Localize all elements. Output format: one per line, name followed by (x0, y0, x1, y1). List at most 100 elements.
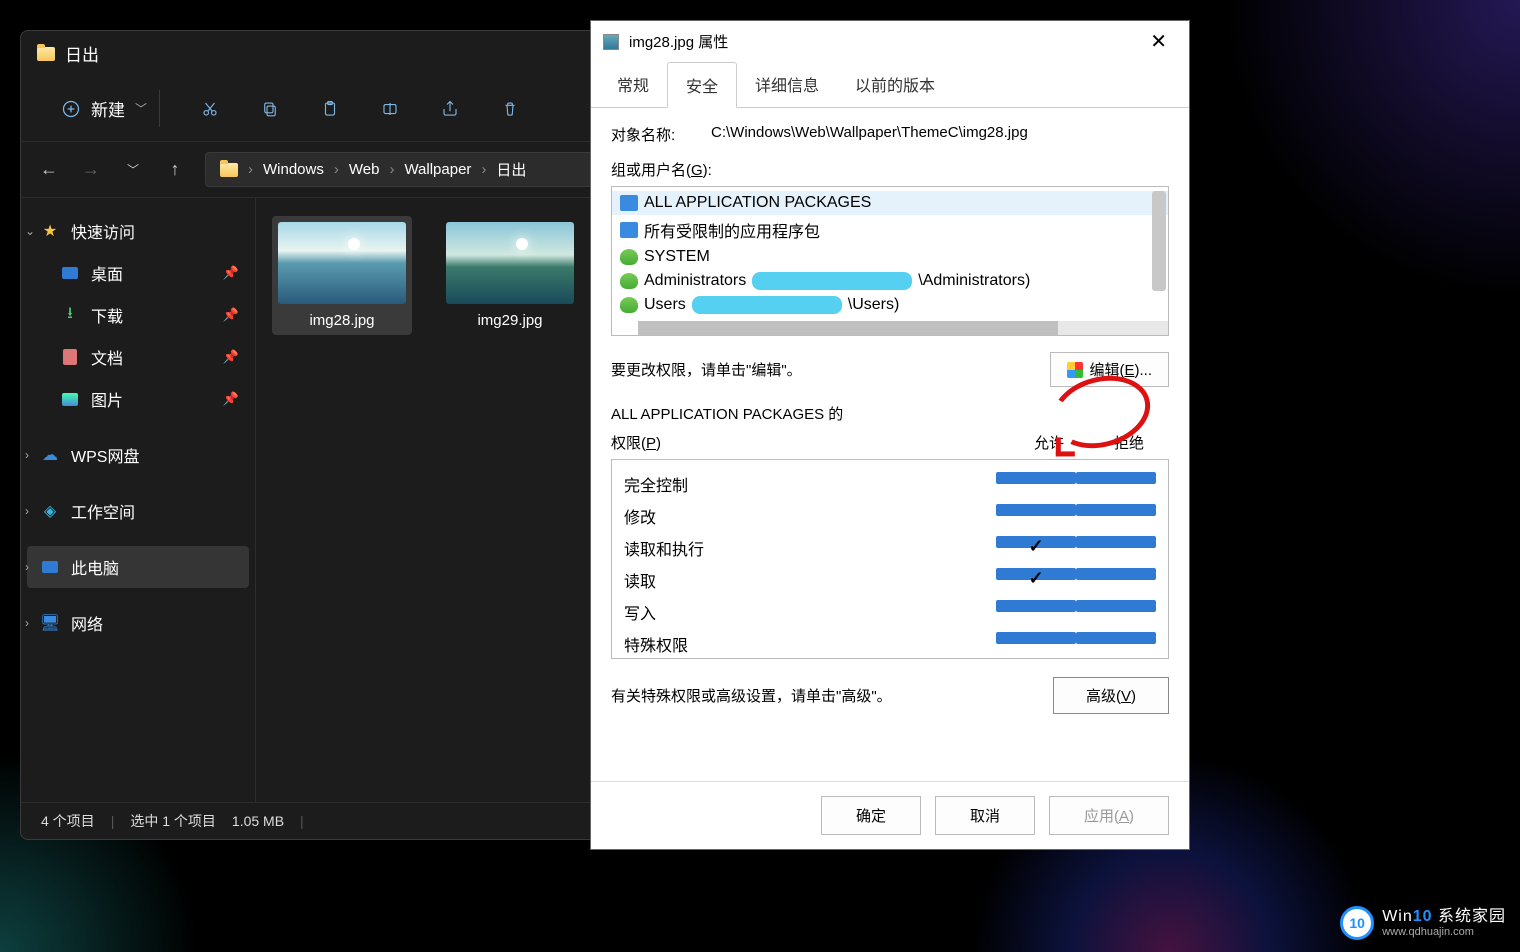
chevron-down-icon: ⌄ (25, 224, 35, 238)
download-icon: ⭳ (61, 306, 79, 324)
pin-icon: 📌 (223, 307, 239, 323)
sidebar-item-label: 图片 (91, 387, 123, 411)
sidebar-item-desktop[interactable]: 桌面📌 (27, 252, 249, 294)
scrollbar-horizontal[interactable] (638, 321, 1058, 335)
list-item[interactable]: SYSTEM (612, 245, 1168, 269)
sidebar-item-workspace[interactable]: › ◈ 工作空间 (27, 490, 249, 532)
users-listbox[interactable]: ALL APPLICATION PACKAGES 所有受限制的应用程序包 SYS… (611, 186, 1169, 336)
list-item[interactable]: ALL APPLICATION PACKAGES (612, 191, 1168, 215)
sidebar-item-label: WPS网盘 (71, 443, 139, 467)
chevron-right-icon: › (25, 448, 29, 462)
thumbnail-icon (446, 222, 574, 304)
object-path: C:\Windows\Web\Wallpaper\ThemeC\img28.jp… (711, 124, 1028, 145)
advanced-hint: 有关特殊权限或高级设置，请单击"高级"。 (611, 685, 892, 706)
redacted (752, 272, 912, 290)
perm-row: 修改 (624, 500, 1156, 532)
dialog-buttons: 确定 取消 应用(A) (591, 781, 1189, 849)
sidebar-item-pictures[interactable]: 图片📌 (27, 378, 249, 420)
tab-details[interactable]: 详细信息 (737, 62, 837, 107)
sidebar-item-documents[interactable]: 文档📌 (27, 336, 249, 378)
sidebar: ⌄★快速访问 桌面📌 ⭳下载📌 文档📌 图片📌 ›☁WPS网盘 ›◈工作空间 ›… (21, 198, 256, 802)
sidebar-item-thispc[interactable]: › 此电脑 (27, 546, 249, 588)
workspace-icon: ◈ (41, 502, 59, 520)
document-icon (63, 349, 77, 365)
permissions-title-2: 权限(P) (611, 432, 1009, 453)
perm-row: 完全控制 (624, 468, 1156, 500)
sidebar-item-downloads[interactable]: ⭳ 下载 📌 (27, 294, 249, 336)
watermark-logo-icon: 10 (1340, 906, 1374, 940)
list-item[interactable]: 所有受限制的应用程序包 (612, 215, 1168, 245)
chevron-down-icon: ﹀ (135, 100, 147, 117)
package-icon (620, 222, 638, 238)
sidebar-item-label: 工作空间 (71, 499, 135, 523)
plus-circle-icon (61, 99, 81, 119)
file-name: img28.jpg (309, 312, 374, 329)
network-icon: 🖥 (41, 614, 59, 632)
crumb-item[interactable]: 日出 (496, 159, 526, 180)
share-button[interactable] (440, 99, 460, 119)
chevron-right-icon: › (248, 161, 253, 178)
redacted (692, 296, 842, 314)
tab-general[interactable]: 常规 (599, 62, 667, 107)
scrollbar-vertical[interactable] (1152, 191, 1166, 291)
list-item[interactable]: Users \Users) (612, 293, 1168, 317)
package-icon (620, 195, 638, 211)
sidebar-item-label: 网络 (71, 611, 103, 635)
tab-security[interactable]: 安全 (667, 62, 737, 108)
check-icon: ✓ (996, 568, 1076, 580)
perm-row: 特殊权限 (624, 628, 1156, 660)
cloud-icon: ☁ (41, 446, 59, 464)
new-label: 新建 (91, 96, 125, 121)
edit-hint: 要更改权限，请单击"编辑"。 (611, 359, 802, 380)
delete-button[interactable] (500, 99, 520, 119)
back-button[interactable]: ← (37, 159, 61, 180)
cut-button[interactable] (200, 99, 220, 119)
close-button[interactable]: ✕ (1140, 29, 1177, 54)
sidebar-quick-access[interactable]: ⌄★快速访问 (27, 210, 249, 252)
separator: | (111, 813, 115, 829)
chevron-right-icon: › (334, 161, 339, 178)
folder-icon (37, 47, 55, 61)
dialog-title: img28.jpg 属性 (629, 31, 728, 52)
sidebar-item-label: 此电脑 (71, 555, 119, 579)
watermark-url: www.qdhuajin.com (1382, 926, 1506, 938)
chevron-right-icon: › (25, 560, 29, 574)
list-item[interactable]: Administrators \Administrators) (612, 269, 1168, 293)
chevron-right-icon: › (389, 161, 394, 178)
crumb-item[interactable]: Wallpaper (404, 161, 471, 178)
history-chevron-icon[interactable]: ﹀ (121, 161, 145, 178)
group-icon (620, 249, 638, 265)
rename-button[interactable] (380, 99, 400, 119)
crumb-item[interactable]: Windows (263, 161, 324, 178)
sidebar-item-label: 桌面 (91, 261, 123, 285)
tab-previous[interactable]: 以前的版本 (837, 62, 953, 107)
group-icon (620, 273, 638, 289)
crumb-item[interactable]: Web (349, 161, 380, 178)
shield-icon (1067, 362, 1083, 378)
ok-button[interactable]: 确定 (821, 796, 921, 835)
up-button[interactable]: ↑ (163, 159, 187, 180)
status-count: 4 个项目 (41, 811, 95, 831)
paste-button[interactable] (320, 99, 340, 119)
forward-button[interactable]: → (79, 159, 103, 180)
sidebar-item-network[interactable]: ›🖥网络 (27, 602, 249, 644)
copy-button[interactable] (260, 99, 280, 119)
permissions-title-1: ALL APPLICATION PACKAGES 的 (611, 403, 1169, 424)
file-item[interactable]: img29.jpg (440, 216, 580, 335)
apply-button[interactable]: 应用(A) (1049, 796, 1169, 835)
file-name: img29.jpg (477, 312, 542, 329)
new-button[interactable]: 新建 ﹀ (49, 90, 160, 127)
file-item[interactable]: img28.jpg (272, 216, 412, 335)
cancel-button[interactable]: 取消 (935, 796, 1035, 835)
permissions-listbox: 完全控制 修改 读取和执行✓ 读取✓ 写入 特殊权限 (611, 459, 1169, 659)
sidebar-item-wps[interactable]: › ☁ WPS网盘 (27, 434, 249, 476)
chevron-right-icon: › (25, 504, 29, 518)
sidebar-item-label: 下载 (91, 303, 123, 327)
dialog-titlebar: img28.jpg 属性 ✕ (591, 21, 1189, 62)
watermark-brand: Win10 系统家园 (1382, 908, 1506, 926)
tab-bar: 常规 安全 详细信息 以前的版本 (591, 62, 1189, 108)
advanced-button[interactable]: 高级(V) (1053, 677, 1169, 714)
pin-icon: 📌 (223, 349, 239, 365)
edit-button[interactable]: 编辑(E)... (1050, 352, 1169, 387)
group-users-label: 组或用户名(G): (611, 159, 1169, 180)
